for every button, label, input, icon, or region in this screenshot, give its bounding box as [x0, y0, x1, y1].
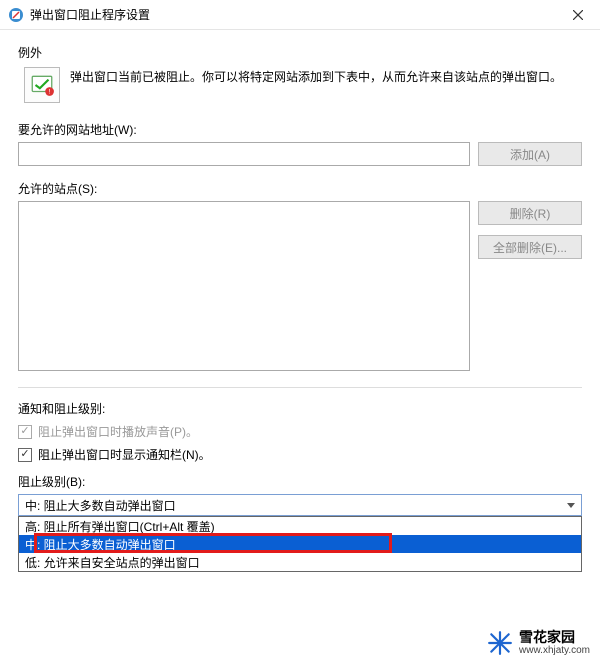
address-input[interactable]: [18, 142, 470, 166]
watermark-brand: 雪花家园: [519, 630, 590, 645]
allowed-sites-listbox[interactable]: [18, 201, 470, 371]
info-text: 弹出窗口当前已被阻止。你可以将特定网站添加到下表中，从而允许来自该站点的弹出窗口…: [70, 67, 582, 86]
divider: [18, 387, 582, 388]
add-button[interactable]: 添加(A): [478, 142, 582, 166]
info-row: ! 弹出窗口当前已被阻止。你可以将特定网站添加到下表中，从而允许来自该站点的弹出…: [24, 67, 582, 103]
notify-heading: 通知和阻止级别:: [18, 400, 582, 417]
remove-all-button[interactable]: 全部删除(E)...: [478, 235, 582, 259]
svg-text:!: !: [49, 89, 51, 96]
allowed-label: 允许的站点(S):: [18, 180, 582, 197]
play-sound-checkbox: [18, 425, 32, 439]
dropdown-list: 高: 阻止所有弹出窗口(Ctrl+Alt 覆盖) 中: 阻止大多数自动弹出窗口 …: [18, 516, 582, 572]
dropdown-option-low[interactable]: 低: 允许来自安全站点的弹出窗口: [19, 553, 581, 571]
block-level-dropdown[interactable]: 中: 阻止大多数自动弹出窗口: [18, 494, 582, 516]
dropdown-option-medium[interactable]: 中: 阻止大多数自动弹出窗口: [19, 535, 581, 553]
info-icon: !: [24, 67, 60, 103]
dialog-content: 例外 ! 弹出窗口当前已被阻止。你可以将特定网站添加到下表中，从而允许来自该站点…: [0, 30, 600, 526]
watermark-url: www.xhjaty.com: [519, 645, 590, 656]
close-icon: [573, 10, 583, 20]
snowflake-icon: [487, 630, 513, 656]
window-title: 弹出窗口阻止程序设置: [30, 6, 558, 23]
show-bar-label: 阻止弹出窗口时显示通知栏(N)。: [38, 446, 211, 463]
titlebar: 弹出窗口阻止程序设置: [0, 0, 600, 30]
level-label: 阻止级别(B):: [18, 473, 582, 490]
exceptions-heading: 例外: [18, 44, 582, 61]
watermark: 雪花家园 www.xhjaty.com: [481, 628, 596, 658]
popup-blocker-icon: [8, 7, 24, 23]
close-button[interactable]: [558, 1, 598, 29]
dropdown-selected: 中: 阻止大多数自动弹出窗口: [25, 497, 176, 514]
play-sound-label: 阻止弹出窗口时播放声音(P)。: [38, 423, 198, 440]
address-label: 要允许的网站地址(W):: [18, 121, 582, 138]
dropdown-option-high[interactable]: 高: 阻止所有弹出窗口(Ctrl+Alt 覆盖): [19, 517, 581, 535]
remove-button[interactable]: 删除(R): [478, 201, 582, 225]
show-bar-checkbox[interactable]: [18, 448, 32, 462]
